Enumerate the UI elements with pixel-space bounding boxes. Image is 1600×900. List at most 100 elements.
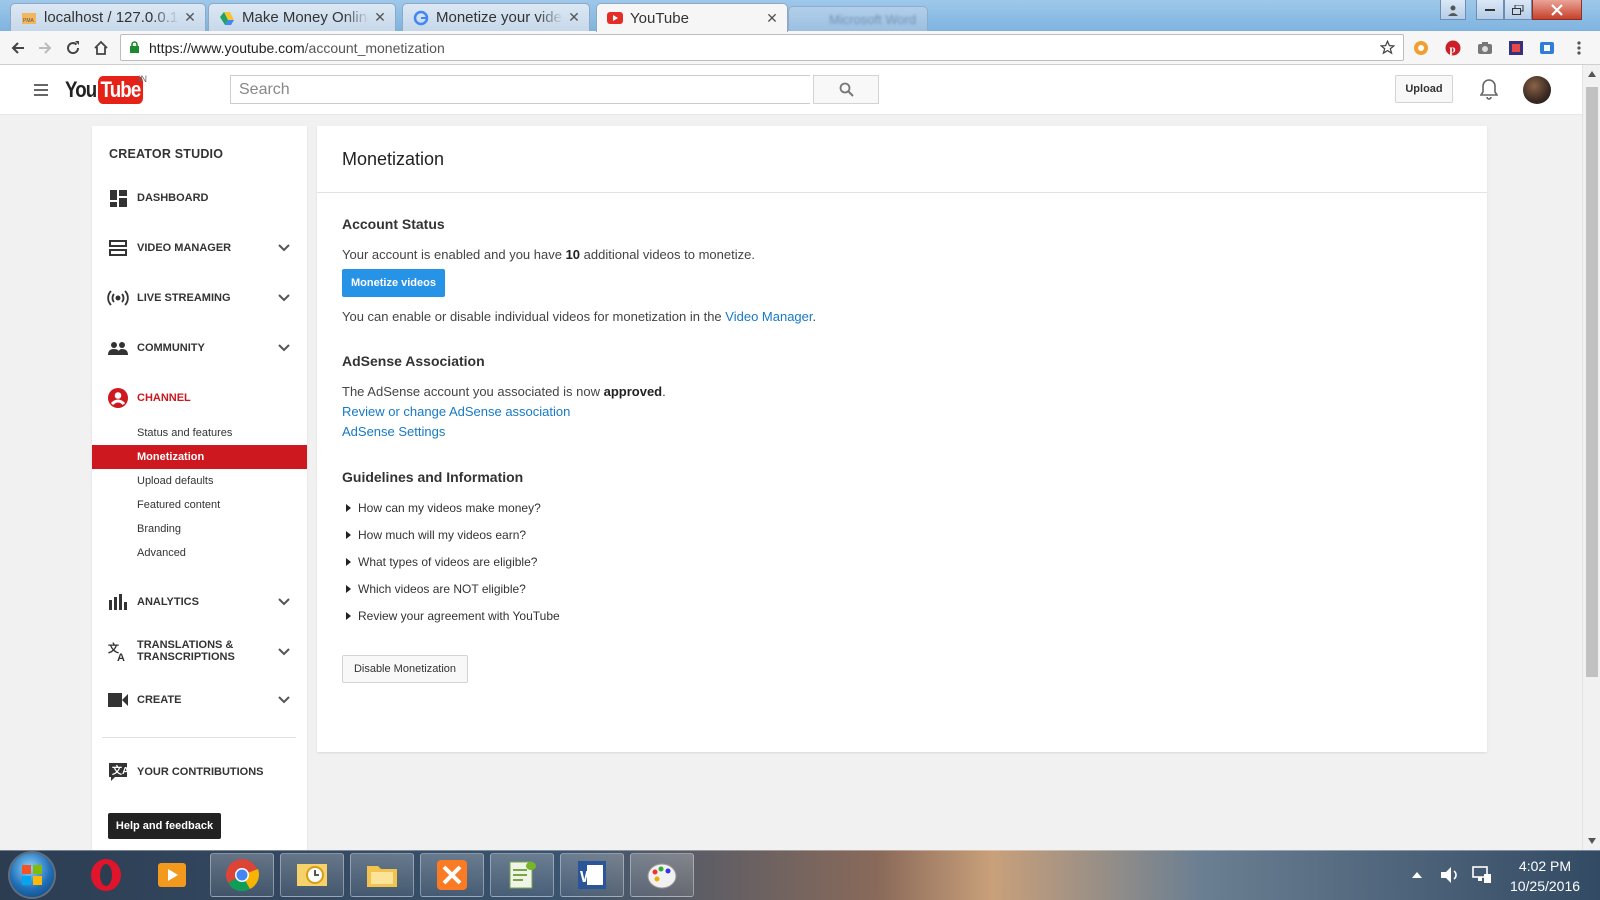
close-window-icon[interactable] (1532, 0, 1582, 20)
sidebar-item-channel[interactable]: CHANNEL (92, 383, 307, 413)
page-scrollbar[interactable] (1582, 65, 1600, 850)
start-button[interactable] (10, 853, 54, 897)
expand-arrow-icon (346, 504, 351, 512)
page-title: Monetization (342, 149, 445, 169)
scroll-up-icon[interactable] (1588, 71, 1596, 77)
tab-close-icon[interactable]: ✕ (183, 9, 197, 26)
sidebar-subitem-branding[interactable]: Branding (92, 517, 307, 541)
sidebar-item-community[interactable]: COMMUNITY (92, 333, 307, 363)
analytics-icon (107, 591, 129, 613)
volume-icon[interactable] (1440, 866, 1460, 884)
network-icon[interactable] (1472, 865, 1492, 885)
browser-tab-strip: PMA localhost / 127.0.0.1 / r ✕ Make Mon… (0, 0, 1600, 32)
chevron-down-icon[interactable] (277, 291, 291, 305)
sidebar-subitem-status[interactable]: Status and features (92, 421, 307, 445)
sidebar-subitem-featured-content[interactable]: Featured content (92, 493, 307, 517)
video-manager-link[interactable]: Video Manager (725, 309, 812, 324)
scroll-thumb[interactable] (1586, 87, 1598, 677)
sidebar-subitem-advanced[interactable]: Advanced (92, 541, 307, 565)
disable-monetization-button[interactable]: Disable Monetization (342, 655, 468, 683)
browser-tab-youtube[interactable]: YouTube ✕ (596, 3, 788, 32)
expand-arrow-icon (346, 531, 351, 539)
chevron-down-icon[interactable] (277, 241, 291, 255)
chevron-down-icon[interactable] (277, 595, 291, 609)
faq-item[interactable]: What types of videos are eligible? (342, 553, 537, 571)
menu-dots-icon[interactable] (1570, 39, 1588, 57)
xampp-icon[interactable] (420, 853, 484, 897)
sidebar-item-analytics[interactable]: ANALYTICS (92, 587, 307, 617)
sidebar-subitem-monetization[interactable]: Monetization (92, 445, 307, 469)
review-adsense-link[interactable]: Review or change AdSense association (342, 404, 570, 419)
faq-item[interactable]: Which videos are NOT eligible? (342, 580, 526, 598)
restore-icon[interactable] (1504, 0, 1532, 20)
avatar[interactable] (1523, 76, 1551, 104)
monetization-panel: Monetization Account Status Your account… (317, 126, 1487, 752)
chevron-down-icon[interactable] (277, 341, 291, 355)
file-explorer-icon[interactable] (350, 853, 414, 897)
bookmark-star-icon[interactable] (1380, 40, 1395, 55)
sidebar-item-dashboard[interactable]: DASHBOARD (92, 183, 307, 213)
taskbar-clock[interactable]: 4:02 PM 10/25/2016 (1505, 856, 1585, 896)
chevron-down-icon[interactable] (277, 645, 291, 659)
upload-button[interactable]: Upload (1395, 75, 1453, 103)
reload-icon[interactable] (62, 37, 84, 59)
search-button[interactable] (813, 75, 879, 104)
faq-item[interactable]: Review your agreement with YouTube (342, 607, 560, 625)
tab-close-icon[interactable]: ✕ (765, 10, 779, 27)
pinterest-icon[interactable]: p (1444, 39, 1462, 57)
paint-icon[interactable] (630, 853, 694, 897)
home-icon[interactable] (90, 37, 112, 59)
notepad-plus-icon[interactable] (490, 853, 554, 897)
sidebar-subitem-upload-defaults[interactable]: Upload defaults (92, 469, 307, 493)
adsense-settings-link[interactable]: AdSense Settings (342, 424, 445, 439)
faq-item[interactable]: How can my videos make money? (342, 499, 541, 517)
adsense-status: approved (603, 384, 663, 399)
camera-icon[interactable] (1476, 39, 1494, 57)
browser-tab-phpmyadmin[interactable]: PMA localhost / 127.0.0.1 / r ✕ (10, 3, 206, 31)
opera-icon[interactable] (74, 853, 138, 897)
videos-count: 10 (565, 247, 581, 262)
tab-close-icon[interactable]: ✕ (567, 9, 581, 26)
youtube-logo[interactable]: You Tube IN (65, 74, 151, 104)
extension-pocket-icon[interactable] (1412, 39, 1430, 57)
translate-icon: 文A (107, 641, 129, 663)
notifications-bell-icon[interactable] (1480, 78, 1498, 100)
user-profile-icon[interactable] (1440, 0, 1466, 20)
chrome-taskbar-icon[interactable] (210, 853, 274, 897)
sidebar-item-translations[interactable]: 文A TRANSLATIONS & TRANSCRIPTIONS (92, 635, 307, 669)
svg-text:W: W (580, 869, 596, 886)
forward-icon[interactable] (34, 37, 56, 59)
creator-studio-title[interactable]: CREATOR STUDIO (109, 147, 223, 161)
scroll-down-icon[interactable] (1588, 838, 1596, 844)
minimize-icon[interactable] (1476, 0, 1504, 20)
media-player-icon[interactable] (140, 853, 204, 897)
browser-tab-monetize[interactable]: Monetize your videos ✕ (402, 3, 590, 31)
address-bar[interactable]: https://www.youtube.com/account_monetiza… (120, 34, 1404, 61)
channel-icon (107, 387, 129, 409)
chevron-down-icon[interactable] (277, 693, 291, 707)
browser-tab-make-money[interactable]: Make Money Online ✕ (208, 3, 396, 31)
sidebar-divider (102, 737, 296, 738)
show-hidden-icons-icon[interactable] (1412, 872, 1422, 878)
video-manager-icon (107, 237, 129, 259)
tab-close-icon[interactable]: ✕ (373, 9, 387, 26)
phpmyadmin-icon: PMA (21, 10, 37, 26)
back-icon[interactable] (7, 37, 29, 59)
screen-capture-icon[interactable] (1507, 39, 1525, 57)
guidelines-heading: Guidelines and Information (342, 469, 524, 485)
help-feedback-button[interactable]: Help and feedback (108, 813, 221, 839)
expand-arrow-icon (346, 585, 351, 593)
extension-blue-icon[interactable] (1538, 39, 1556, 57)
sidebar-item-video-manager[interactable]: VIDEO MANAGER (92, 233, 307, 263)
video-manager-note: You can enable or disable individual vid… (342, 309, 817, 324)
monetize-videos-button[interactable]: Monetize videos (342, 269, 445, 297)
faq-item[interactable]: How much will my videos earn? (342, 526, 526, 544)
hamburger-menu-icon[interactable] (34, 84, 48, 96)
outlook-icon[interactable] (280, 853, 344, 897)
sidebar-item-create[interactable]: CREATE (92, 685, 307, 715)
community-icon (107, 337, 129, 359)
word-icon[interactable]: W (560, 853, 624, 897)
search-input[interactable] (230, 75, 810, 104)
sidebar-item-your-contributions[interactable]: 文A YOUR CONTRIBUTIONS (92, 757, 307, 787)
sidebar-item-live-streaming[interactable]: LIVE STREAMING (92, 283, 307, 313)
